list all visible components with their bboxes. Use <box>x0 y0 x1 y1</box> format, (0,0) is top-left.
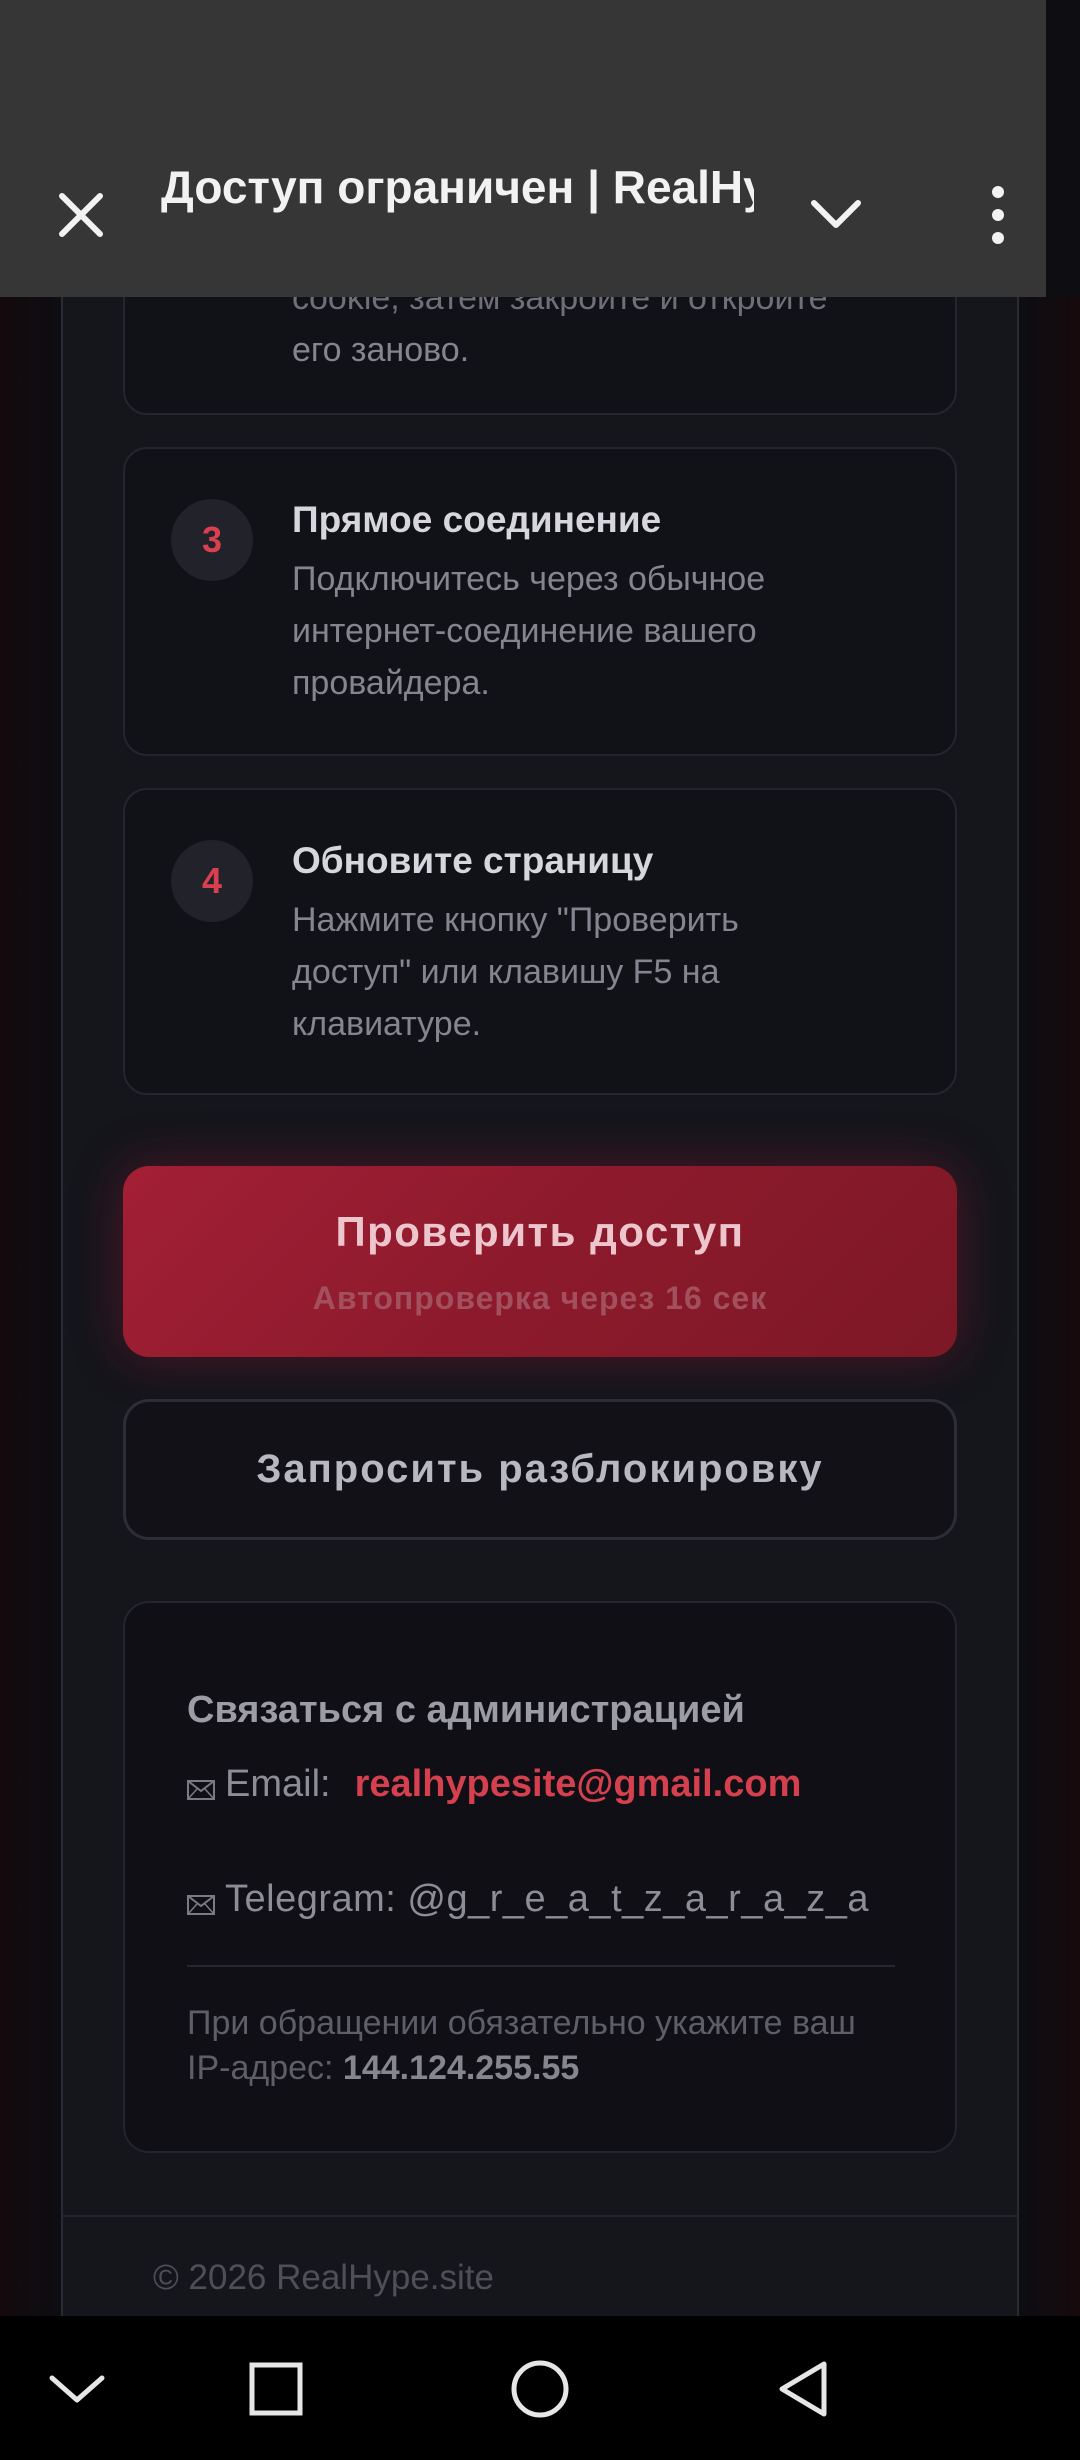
check-access-button[interactable]: Проверить доступ Автопроверка через 16 с… <box>123 1166 957 1357</box>
header-edge <box>1046 0 1080 297</box>
envelope-icon <box>187 1894 215 1915</box>
step-description: Подключитесь через обычное интернет-соед… <box>292 560 766 702</box>
ip-address: 144.124.255.55 <box>342 2049 580 2087</box>
auto-check-countdown: Автопроверка через 16 сек <box>312 1280 768 1316</box>
system-nav-bar <box>0 2316 1080 2460</box>
triangle-back-icon[interactable] <box>768 2354 838 2424</box>
chevron-down-icon[interactable] <box>806 190 866 240</box>
ip-note: При обращении обязательно укажите ваш IP… <box>187 2001 907 2091</box>
step-number-badge: 4 <box>171 840 253 922</box>
circle-icon[interactable] <box>505 2354 575 2424</box>
email-label: Email: <box>225 1763 331 1805</box>
envelope-icon <box>187 1779 215 1800</box>
step-card-3: 3 Прямое соединение Подключитесь через о… <box>123 447 957 756</box>
step-title: Обновите страницу <box>292 840 654 881</box>
contact-card: Связаться с администрацией Email: realhy… <box>123 1601 957 2153</box>
footer-divider <box>63 2215 1017 2217</box>
email-link[interactable]: realhypesite@gmail.com <box>355 1763 802 1806</box>
request-unblock-button[interactable]: Запросить разблокировку <box>123 1399 957 1540</box>
footer-copyright: © 2026 RealHype.site <box>153 2258 494 2297</box>
page-title: Доступ ограничен | RealHype.site <box>161 161 754 213</box>
contact-divider <box>187 1965 895 1967</box>
telegram-row: Telegram: @g_r_e_a_t_z_a_r_a_z_a <box>187 1878 869 1921</box>
chevron-down-icon[interactable] <box>42 2354 112 2424</box>
step-number-badge: 3 <box>171 499 253 581</box>
step-title: Прямое соединение <box>292 499 662 540</box>
close-icon[interactable] <box>48 182 114 248</box>
step-description: Нажмите кнопку "Проверить доступ" или кл… <box>292 901 739 1043</box>
telegram-contact[interactable]: Telegram: @g_r_e_a_t_z_a_r_a_z_a <box>225 1878 869 1921</box>
email-row: Email: realhypesite@gmail.com <box>187 1763 801 1806</box>
step-card-4: 4 Обновите страницу Нажмите кнопку "Пров… <box>123 788 957 1095</box>
square-icon[interactable] <box>241 2354 311 2424</box>
contact-title: Связаться с администрацией <box>187 1689 745 1731</box>
browser-header: Доступ ограничен | RealHype.site <box>0 0 1046 297</box>
more-vertical-icon[interactable] <box>978 180 1018 250</box>
check-access-label: Проверить доступ <box>335 1208 745 1255</box>
